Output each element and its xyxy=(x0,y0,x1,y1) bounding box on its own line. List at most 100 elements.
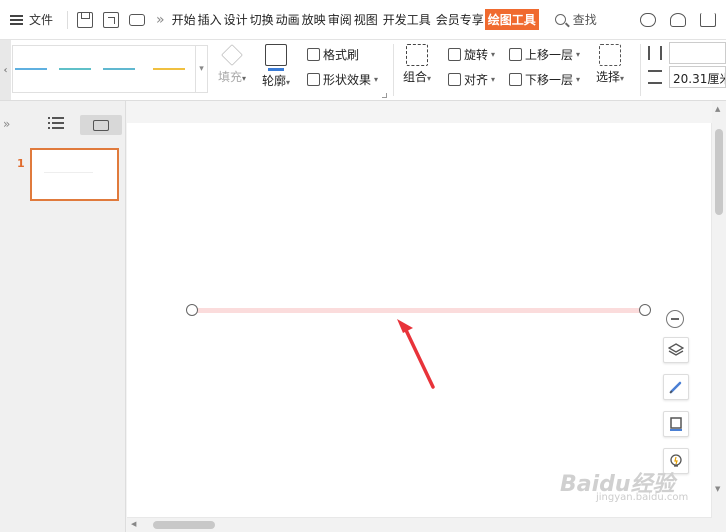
tab-review[interactable]: 审阅 xyxy=(327,11,353,28)
align-label: 对齐 xyxy=(464,73,489,87)
style-swatch[interactable] xyxy=(59,68,91,70)
outline-view-icon[interactable] xyxy=(48,117,64,131)
format-painter-button[interactable]: 格式刷 xyxy=(307,46,359,63)
outline-style-icon xyxy=(670,417,682,431)
format-painter-label: 格式刷 xyxy=(323,48,360,62)
search-button[interactable]: 查找 xyxy=(554,11,597,28)
watermark-url: jingyan.baidu.com xyxy=(596,492,689,503)
slide-thumbnail[interactable] xyxy=(30,148,119,201)
horizontal-scroll-thumb[interactable] xyxy=(153,521,215,529)
layers-button[interactable] xyxy=(663,337,689,363)
divider xyxy=(640,44,641,96)
pen-icon xyxy=(669,381,682,394)
divider xyxy=(393,44,394,96)
gallery-more-icon[interactable]: ▾ xyxy=(195,46,207,92)
thumbnail-view-tab[interactable] xyxy=(80,115,122,135)
tab-home[interactable]: 开始 xyxy=(171,11,197,28)
vertical-scroll-thumb[interactable] xyxy=(715,129,723,215)
arrow-shaft xyxy=(403,326,435,389)
vertical-scrollbar[interactable]: ▲ ▼ xyxy=(712,101,726,518)
tab-developer[interactable]: 开发工具 xyxy=(382,11,432,28)
slide[interactable] xyxy=(127,123,711,517)
slide-number: 1 xyxy=(17,157,25,170)
align-button[interactable]: 对齐 ▾ xyxy=(448,71,495,88)
height-icon xyxy=(648,46,662,60)
top-right-tools xyxy=(640,12,716,27)
ribbon-tabs: 开始 插入 设计 切换 动画 放映 审阅 视图 开发工具 会员专享 绘图工具 xyxy=(171,9,539,30)
annotation-arrow xyxy=(397,319,435,389)
fill-button[interactable]: 填充▾ xyxy=(218,44,246,85)
scroll-down-icon[interactable]: ▼ xyxy=(715,485,720,493)
print-icon[interactable] xyxy=(129,13,146,26)
more-chevron-icon[interactable]: » xyxy=(156,12,165,28)
bring-forward-label: 上移一层 xyxy=(525,48,574,62)
style-swatch[interactable] xyxy=(103,68,135,70)
select-label: 选择 xyxy=(596,70,621,84)
divider xyxy=(67,10,69,29)
shape-style-gallery[interactable]: ▾ xyxy=(12,45,208,93)
file-menu[interactable]: 文件 xyxy=(0,0,63,40)
line-start-handle[interactable] xyxy=(186,304,198,316)
zoom-out-icon[interactable] xyxy=(666,310,684,328)
fill-label: 填充 xyxy=(218,70,243,84)
pen-button[interactable] xyxy=(663,374,689,400)
width-input[interactable]: 20.31厘米 xyxy=(669,66,726,88)
send-backward-button[interactable]: 下移一层 ▾ xyxy=(509,71,580,88)
rotate-button[interactable]: 旋转 ▾ xyxy=(448,46,495,63)
tab-insert[interactable]: 插入 xyxy=(197,11,223,28)
style-swatch[interactable] xyxy=(15,68,47,70)
line-shape[interactable] xyxy=(193,308,645,313)
export-icon[interactable] xyxy=(103,11,120,28)
shape-effects-label: 形状效果 xyxy=(323,73,372,87)
layers-icon xyxy=(668,343,684,356)
scroll-up-icon[interactable]: ▲ xyxy=(715,105,720,113)
dialog-launcher-icon[interactable] xyxy=(382,93,387,98)
outline-label: 轮廓 xyxy=(262,74,287,88)
tab-drawing-tools[interactable]: 绘图工具 xyxy=(484,9,539,30)
rotate-icon xyxy=(448,48,461,61)
hamburger-icon xyxy=(10,14,23,25)
tab-slideshow[interactable]: 放映 xyxy=(301,11,327,28)
select-button[interactable]: 选择▾ xyxy=(596,44,624,85)
cloud-icon[interactable] xyxy=(640,12,656,27)
search-label: 查找 xyxy=(572,13,597,27)
user-icon[interactable] xyxy=(670,12,686,27)
ribbon-toolbar: ‹ ▾ 填充▾ 轮廓▾ 格式刷 形状效果 ▾ 组合▾ 旋转 ▾ 对齐 ▾ 上移一层 ▾ xyxy=(0,40,726,101)
style-swatch[interactable] xyxy=(153,68,185,70)
shape-effects-button[interactable]: 形状效果 ▾ xyxy=(307,71,378,88)
send-backward-icon xyxy=(509,73,522,86)
align-icon xyxy=(448,73,461,86)
format-painter-icon xyxy=(307,48,320,61)
width-icon xyxy=(648,70,662,84)
tab-transitions[interactable]: 切换 xyxy=(249,11,275,28)
menu-bar: 文件 » 开始 插入 设计 切换 动画 放映 审阅 视图 开发工具 会员专享 绘… xyxy=(0,0,726,40)
height-input[interactable] xyxy=(669,42,726,64)
send-backward-label: 下移一层 xyxy=(525,73,574,87)
select-icon xyxy=(599,44,622,66)
fill-icon xyxy=(221,44,243,66)
tab-design[interactable]: 设计 xyxy=(223,11,249,28)
thumbnail-icon xyxy=(93,119,109,131)
tab-view[interactable]: 视图 xyxy=(353,11,379,28)
outline-style-button[interactable] xyxy=(663,411,689,437)
bring-forward-button[interactable]: 上移一层 ▾ xyxy=(509,46,580,63)
horizontal-scrollbar[interactable]: ◀ xyxy=(127,518,726,532)
tab-member[interactable]: 会员专享 xyxy=(435,11,485,28)
shape-effects-icon xyxy=(307,73,320,86)
outline-button[interactable]: 轮廓▾ xyxy=(262,44,290,89)
group-icon xyxy=(406,44,429,66)
group-label: 组合 xyxy=(403,70,428,84)
rotate-label: 旋转 xyxy=(464,48,489,62)
tab-animations[interactable]: 动画 xyxy=(275,11,301,28)
group-button[interactable]: 组合▾ xyxy=(403,44,431,85)
share-icon[interactable] xyxy=(700,12,716,27)
slide-panel: » 1 xyxy=(0,101,126,532)
save-icon[interactable] xyxy=(77,11,94,28)
line-end-handle[interactable] xyxy=(639,304,651,316)
scroll-left-icon[interactable]: ◀ xyxy=(131,520,136,528)
outline-icon xyxy=(265,44,288,71)
search-icon xyxy=(554,14,566,25)
collapse-panel-icon[interactable]: » xyxy=(3,117,10,131)
bring-forward-icon xyxy=(509,48,522,61)
ribbon-scroll-left-icon[interactable]: ‹ xyxy=(0,40,11,100)
